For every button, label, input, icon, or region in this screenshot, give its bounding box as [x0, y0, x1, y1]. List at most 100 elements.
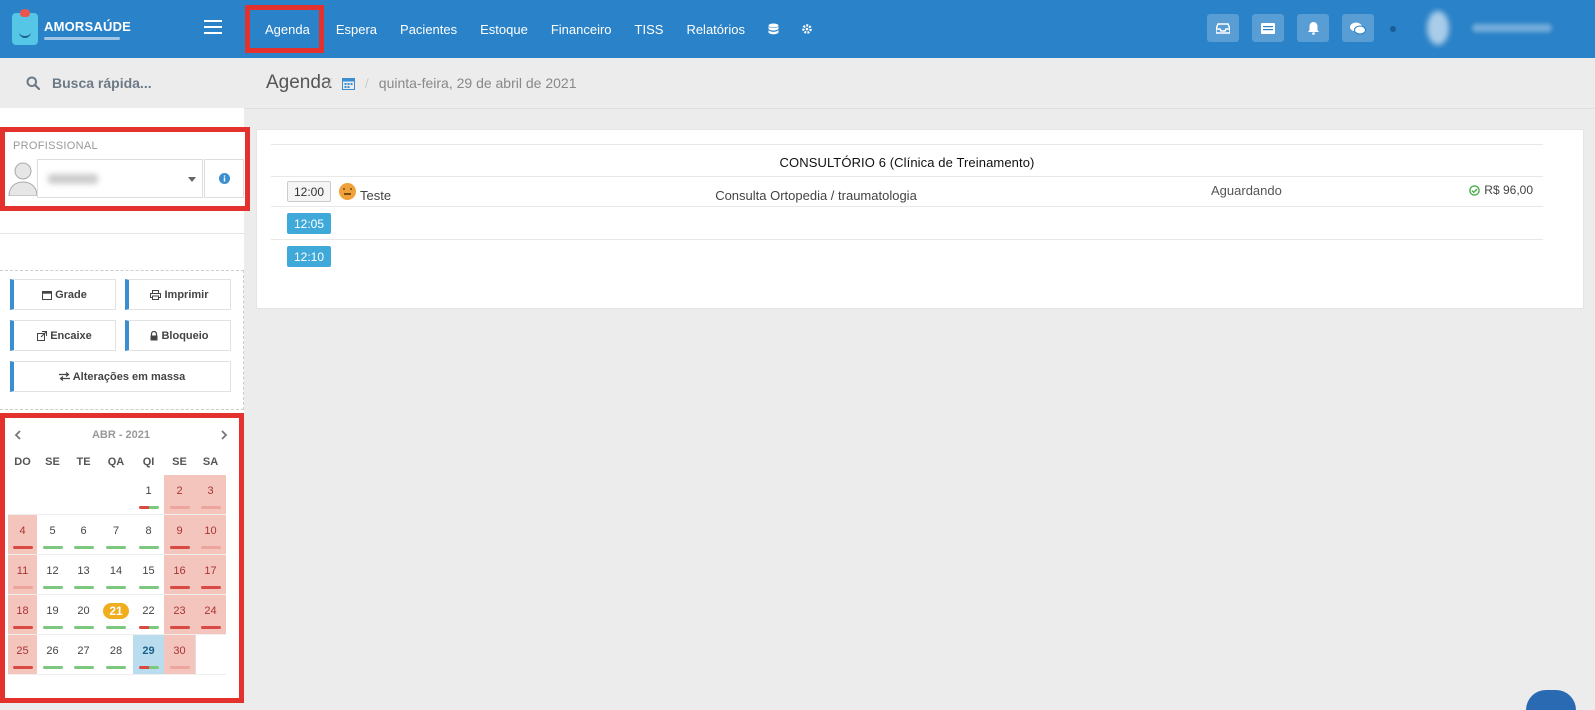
- calendar-next-button[interactable]: [221, 430, 228, 440]
- database-icon[interactable]: [768, 23, 779, 36]
- calendar-day-number: 5: [49, 525, 56, 537]
- calendar-day[interactable]: 6: [68, 515, 99, 555]
- main-divider: [244, 108, 1595, 109]
- imprimir-button[interactable]: Imprimir: [125, 279, 231, 310]
- professional-selector-box: PROFISSIONAL: [0, 127, 250, 211]
- slot-time[interactable]: 12:05: [287, 213, 332, 234]
- calendar-day[interactable]: 12: [37, 555, 68, 595]
- calendar-day[interactable]: 10: [195, 515, 226, 555]
- calendar-weekday: SE: [172, 455, 187, 468]
- calendar-day[interactable]: 3: [195, 475, 226, 515]
- info-icon: [218, 173, 230, 184]
- print-icon: [150, 289, 162, 300]
- calendar-occupancy-bar: [169, 506, 190, 509]
- calendar-day[interactable]: 4: [8, 515, 37, 555]
- nav-relatorios[interactable]: Relatórios: [686, 22, 745, 37]
- bloqueio-button[interactable]: Bloqueio: [125, 320, 231, 351]
- calendar-day[interactable]: 5: [37, 515, 68, 555]
- breadcrumb-separator: /: [328, 75, 332, 91]
- calendar-day[interactable]: 29: [133, 635, 164, 675]
- menu-toggle-icon[interactable]: [204, 20, 222, 34]
- slot-row[interactable]: 12:00 Teste Consulta Ortopedia / traumat…: [271, 181, 1543, 213]
- calendar-day[interactable]: 2: [164, 475, 195, 515]
- calendar-day[interactable]: 14: [99, 555, 133, 595]
- calendar-day[interactable]: 11: [8, 555, 37, 595]
- calendar-day[interactable]: 28: [99, 635, 133, 675]
- calendar-day[interactable]: 24: [195, 595, 226, 635]
- calendar-day[interactable]: 8: [133, 515, 164, 555]
- cards-button[interactable]: [1252, 14, 1284, 42]
- calendar-day[interactable]: 22: [133, 595, 164, 635]
- calendar-day[interactable]: 20: [68, 595, 99, 635]
- slot-row[interactable]: 12:05: [271, 213, 1543, 245]
- grade-button[interactable]: Grade: [10, 279, 116, 310]
- calendar-occupancy-bar: [42, 546, 63, 549]
- calendar-occupancy-bar: [106, 586, 126, 589]
- app-logo[interactable]: AMORSAÚDE: [12, 9, 131, 46]
- procedure-name: Consulta Ortopedia / traumatologia: [715, 188, 917, 203]
- logo-mark-icon: [12, 9, 38, 45]
- calendar-day[interactable]: 18: [8, 595, 37, 635]
- encaixe-label: Encaixe: [50, 329, 92, 342]
- support-chat-button[interactable]: [1526, 690, 1576, 710]
- alteracoes-em-massa-button[interactable]: Alterações em massa: [10, 361, 231, 392]
- calendar-day-number: 14: [109, 565, 123, 577]
- calendar-day[interactable]: 15: [133, 555, 164, 595]
- chat-icon: [1350, 22, 1366, 34]
- professional-select[interactable]: [37, 159, 203, 198]
- calendar-day[interactable]: 27: [68, 635, 99, 675]
- bloqueio-label: Bloqueio: [161, 329, 209, 342]
- calendar-week: 1 2 3: [8, 475, 232, 515]
- calendar-day[interactable]: 26: [37, 635, 68, 675]
- logo-text: AMORSAÚDE: [44, 19, 131, 40]
- calendar-day[interactable]: 13: [68, 555, 99, 595]
- user-avatar[interactable]: [1427, 11, 1449, 45]
- professional-info-button[interactable]: [204, 159, 244, 198]
- nav-tiss[interactable]: TISS: [635, 22, 664, 37]
- professional-label: PROFISSIONAL: [13, 140, 98, 152]
- notifications-button[interactable]: [1297, 14, 1329, 42]
- imprimir-label: Imprimir: [164, 288, 209, 301]
- calendar-day[interactable]: 17: [195, 555, 226, 595]
- calendar-day-badge: 21: [103, 603, 129, 619]
- calendar-occupancy-bar: [42, 626, 63, 629]
- calendar-day[interactable]: 7: [99, 515, 133, 555]
- slot-row[interactable]: 12:10: [271, 246, 1543, 278]
- page-title: Agenda: [266, 72, 332, 93]
- calendar-day-number: 10: [204, 525, 217, 537]
- panel-line: [271, 176, 1543, 177]
- calendar-day[interactable]: 30: [164, 635, 195, 675]
- calendar-day[interactable]: 1: [133, 475, 164, 515]
- calendar-header: ABR - 2021: [10, 424, 232, 446]
- chevron-left-icon: [14, 430, 21, 440]
- nav-estoque[interactable]: Estoque: [480, 22, 528, 37]
- chat-button[interactable]: [1342, 14, 1374, 42]
- nav-financeiro[interactable]: Financeiro: [551, 22, 612, 37]
- calendar-icon[interactable]: [341, 77, 355, 90]
- inbox-button[interactable]: [1207, 14, 1239, 42]
- calendar-occupancy-bar: [200, 546, 221, 549]
- calendar-day[interactable]: 9: [164, 515, 195, 555]
- search-icon: [26, 76, 40, 90]
- calendar-occupancy-bar: [12, 626, 33, 629]
- calendar-day[interactable]: 25: [8, 635, 37, 675]
- calendar-week: 4 5 6 7 8 9 10: [8, 515, 232, 555]
- encaixe-button[interactable]: Encaixe: [10, 320, 116, 351]
- agenda-highlight-box: [245, 5, 324, 53]
- gear-icon[interactable]: [801, 23, 813, 35]
- calendar-occupancy-bar: [73, 626, 94, 629]
- calendar-day[interactable]: 19: [37, 595, 68, 635]
- calendar-day[interactable]: 16: [164, 555, 195, 595]
- calendar-weekday: DO: [14, 455, 31, 468]
- calendar-occupancy-bar: [106, 666, 126, 669]
- user-name-blurred[interactable]: [1472, 24, 1552, 32]
- quick-search[interactable]: Busca rápida...: [0, 58, 244, 108]
- nav-espera[interactable]: Espera: [336, 22, 377, 37]
- calendar-day[interactable]: 21: [99, 595, 133, 635]
- nav-pacientes[interactable]: Pacientes: [400, 22, 457, 37]
- calendar-weekday: TE: [76, 455, 91, 468]
- calendar-prev-button[interactable]: [14, 430, 21, 440]
- calendar-day[interactable]: 23: [164, 595, 195, 635]
- calendar-empty-cell: [37, 475, 68, 515]
- slot-time[interactable]: 12:10: [287, 246, 332, 267]
